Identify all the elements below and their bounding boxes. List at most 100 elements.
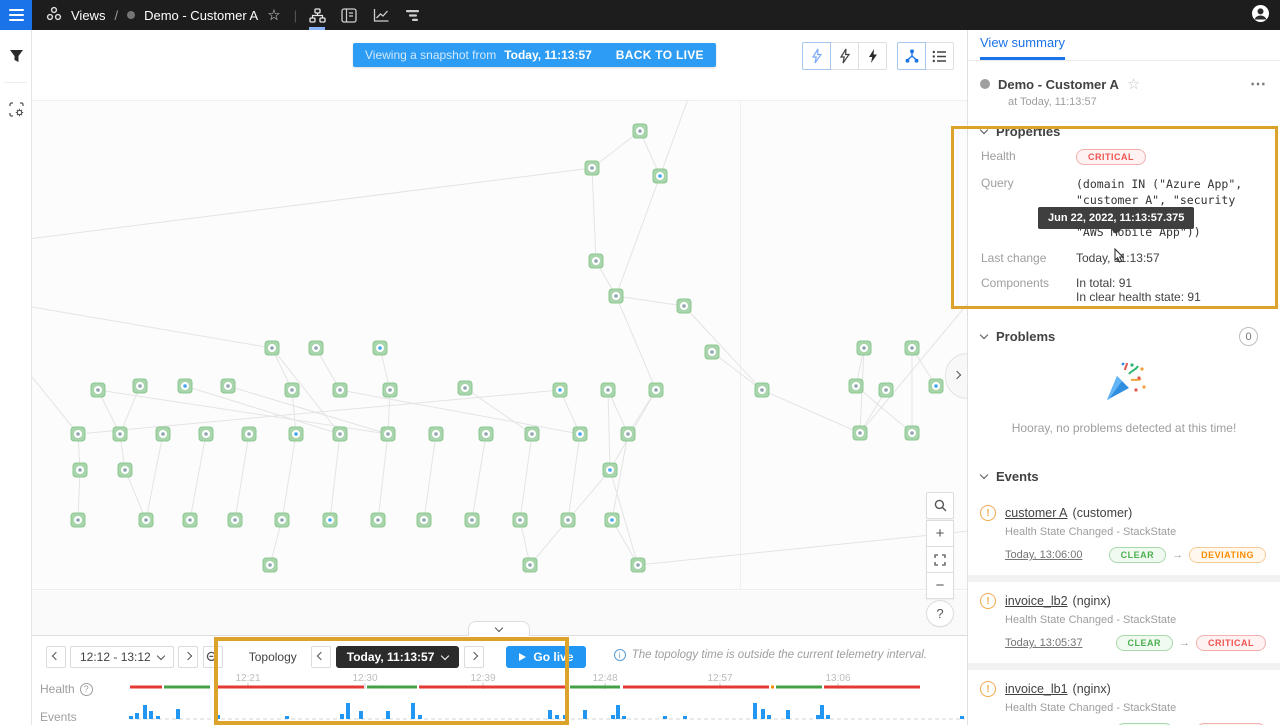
event-to-state-badge: CRITICAL — [1196, 635, 1266, 651]
topology-time-next-button[interactable] — [464, 646, 484, 668]
topology-time-select[interactable]: Today, 11:13:57 — [336, 646, 460, 668]
list-layout-button[interactable] — [925, 42, 954, 70]
hide-problems-button[interactable] — [858, 42, 887, 70]
event-component-link[interactable]: invoice_lb1 — [1005, 682, 1068, 696]
party-popper-icon — [1101, 362, 1147, 404]
events-list: ! customer A (customer) Health State Chan… — [968, 494, 1280, 725]
snapshot-banner-text: Viewing a snapshot from — [365, 48, 496, 62]
event-card[interactable]: ! invoice_lb1(nginx) Health State Change… — [968, 670, 1280, 725]
bolt-filled-icon — [867, 48, 879, 64]
chevron-down-icon — [980, 126, 988, 134]
interval-prev-button[interactable] — [46, 646, 66, 668]
right-panel: View summary Demo - Customer A ☆ ⋯ at To… — [967, 30, 1280, 725]
event-warning-icon: ! — [980, 505, 996, 521]
show-root-cause-button[interactable] — [830, 42, 859, 70]
mouse-cursor — [1113, 248, 1127, 269]
nav-divider: | — [294, 8, 297, 23]
view-mode-tools — [301, 0, 429, 30]
component-settings-button[interactable] — [0, 83, 32, 135]
telemetry-interval-select[interactable]: 12:12 - 13:12 — [70, 646, 174, 668]
topology-time-prev-button[interactable] — [311, 646, 331, 668]
topology-canvas-area: Viewing a snapshot from Today, 11:13:57 … — [32, 30, 967, 635]
event-component-link[interactable]: customer A — [1005, 506, 1068, 520]
event-component-type: (nginx) — [1073, 594, 1111, 608]
filters-button[interactable] — [0, 30, 32, 82]
topology-view-tab[interactable] — [301, 0, 333, 30]
chevron-down-icon — [980, 331, 988, 339]
event-description: Health State Changed - StackState — [1005, 702, 1266, 714]
view-health-dot — [127, 11, 135, 19]
canvas-search-button[interactable] — [926, 492, 954, 519]
zoom-in-button[interactable]: + — [926, 520, 954, 547]
event-card[interactable]: ! invoice_lb2(nginx) Health State Change… — [968, 582, 1280, 663]
view-subtitle: at Today, 11:13:57 — [1008, 96, 1268, 108]
zoom-out-button[interactable]: − — [926, 572, 954, 599]
problem-filter-toolbar — [803, 42, 887, 70]
components-view-tab[interactable] — [333, 0, 365, 30]
event-from-state-badge: CLEAR — [1109, 547, 1167, 563]
snapshot-time: Today, 11:13:57 — [504, 48, 592, 62]
views-link[interactable]: Views — [71, 8, 105, 23]
event-description: Health State Changed - StackState — [1005, 526, 1266, 538]
properties-section-header[interactable]: Properties — [968, 112, 1280, 149]
canvas-help-button[interactable]: ? — [926, 600, 954, 627]
show-all-problems-button[interactable] — [802, 42, 831, 70]
traces-view-tab[interactable] — [397, 0, 429, 30]
problems-empty-message: Hooray, no problems detected at this tim… — [968, 421, 1280, 435]
events-section: Events ! customer A (customer) Health Sta… — [968, 457, 1280, 725]
left-sidebar — [0, 30, 32, 725]
event-warning-icon: ! — [980, 681, 996, 697]
health-help-icon[interactable]: ? — [80, 683, 93, 696]
info-icon: i — [614, 649, 626, 661]
graph-layout-button[interactable] — [897, 42, 926, 70]
hamburger-menu-button[interactable] — [0, 0, 32, 30]
event-warning-icon: ! — [980, 593, 996, 609]
arrow-right-icon: → — [1172, 549, 1183, 561]
timeline-collapse-tab[interactable] — [468, 621, 530, 636]
interval-next-button[interactable] — [178, 646, 198, 668]
event-timestamp-link[interactable]: Today, 13:05:37 — [1005, 637, 1082, 649]
event-component-link[interactable]: invoice_lb2 — [1005, 594, 1068, 608]
fit-screen-icon — [934, 554, 946, 566]
event-to-state-badge: DEVIATING — [1189, 547, 1266, 563]
problems-section-header[interactable]: Problems 0 — [968, 315, 1280, 356]
breadcrumb-separator: / — [114, 8, 118, 23]
go-live-button[interactable]: Go live — [506, 646, 586, 668]
frame-gear-icon — [8, 101, 25, 118]
view-more-menu[interactable]: ⋯ — [1250, 74, 1268, 94]
fit-to-screen-button[interactable] — [926, 546, 954, 573]
health-property-row: Health CRITICAL — [968, 149, 1280, 176]
timeline-zoom-out-button[interactable] — [203, 646, 223, 668]
favorite-star-icon[interactable]: ☆ — [1127, 75, 1140, 93]
topology-time-value: Today, 11:13:57 — [347, 650, 435, 664]
chevron-down-icon — [156, 651, 164, 659]
layout-toggle — [898, 42, 954, 70]
event-component-type: (customer) — [1073, 506, 1133, 520]
view-summary-tab[interactable]: View summary — [980, 35, 1065, 60]
magnifier-minus-icon — [206, 651, 219, 664]
chevron-down-icon — [980, 471, 988, 479]
events-row-label: Events — [40, 710, 77, 724]
chevron-right-icon — [952, 370, 960, 378]
filter-funnel-icon — [9, 49, 24, 63]
events-section-header[interactable]: Events — [968, 457, 1280, 494]
back-to-live-button[interactable]: BACK TO LIVE — [616, 48, 704, 62]
timeline-controls: 12:12 - 13:12 Topology Today, 11:13:57 G… — [46, 646, 586, 668]
canvas-zoom-controls: + − — [926, 520, 954, 599]
user-avatar[interactable] — [1251, 4, 1270, 26]
chevron-down-icon — [441, 651, 449, 659]
graph-layout-icon — [904, 49, 920, 63]
search-icon — [934, 499, 947, 512]
top-nav: Views / Demo - Customer A ☆ | — [0, 0, 1280, 30]
topology-graph[interactable] — [32, 100, 967, 590]
timestamp-tooltip: Jun 22, 2022, 11:13:57.375 — [1038, 207, 1194, 229]
views-icon — [46, 6, 62, 25]
event-timestamp-link[interactable]: Today, 13:06:00 — [1005, 549, 1082, 561]
event-gap — [968, 663, 1280, 670]
event-card[interactable]: ! customer A (customer) Health State Chan… — [968, 494, 1280, 575]
favorite-star-icon[interactable]: ☆ — [267, 6, 280, 24]
metrics-view-tab[interactable] — [365, 0, 397, 30]
view-header: Demo - Customer A ☆ ⋯ at Today, 11:13:57 — [968, 61, 1280, 112]
view-state-dot — [980, 79, 990, 89]
components-property-row: Components In total: 91 In clear health … — [968, 276, 1280, 315]
